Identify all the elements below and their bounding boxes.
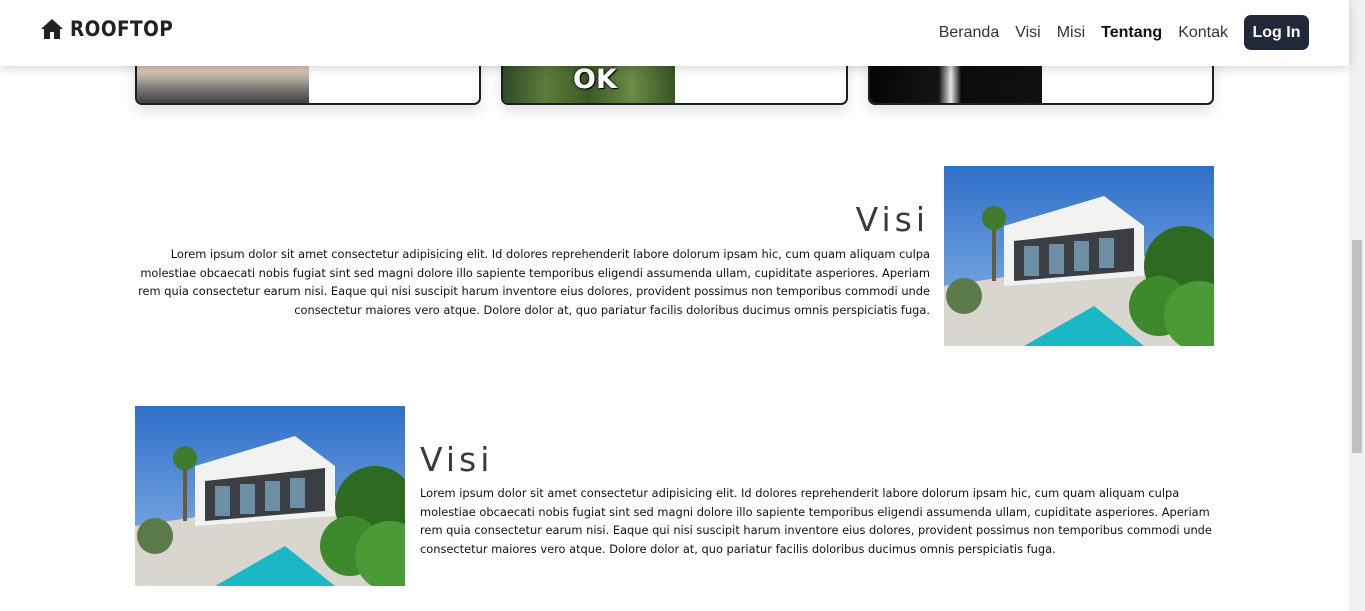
ok-overlay-text: OK: [573, 64, 617, 95]
login-button[interactable]: Log In: [1244, 15, 1309, 50]
nav-links: Beranda Visi Misi Tentang Kontak Log In: [923, 15, 1309, 50]
brand-logo[interactable]: ROOFTOP: [40, 17, 187, 41]
nav-link-kontak[interactable]: Kontak: [1178, 24, 1228, 42]
page-scrollbar[interactable]: [1349, 0, 1365, 611]
section-1-house-photo: [944, 166, 1214, 346]
section-2-house-photo: [135, 406, 405, 586]
section-2-text: Lorem ipsum dolor sit amet consectetur a…: [420, 486, 1212, 556]
section-1-text: Lorem ipsum dolor sit amet consectetur a…: [138, 247, 930, 317]
section-1-title: Visi: [855, 200, 929, 239]
scrollbar-thumb[interactable]: [1352, 240, 1362, 453]
nav-link-visi[interactable]: Visi: [1015, 24, 1041, 42]
nav-link-beranda[interactable]: Beranda: [939, 24, 1000, 42]
navbar: ROOFTOP Beranda Visi Misi Tentang Kontak…: [0, 0, 1349, 66]
nav-link-misi[interactable]: Misi: [1057, 24, 1085, 42]
house-icon: [41, 19, 63, 39]
section-2-title: Visi: [420, 440, 494, 479]
brand-name: ROOFTOP: [70, 17, 174, 41]
nav-link-tentang[interactable]: Tentang: [1101, 24, 1162, 42]
